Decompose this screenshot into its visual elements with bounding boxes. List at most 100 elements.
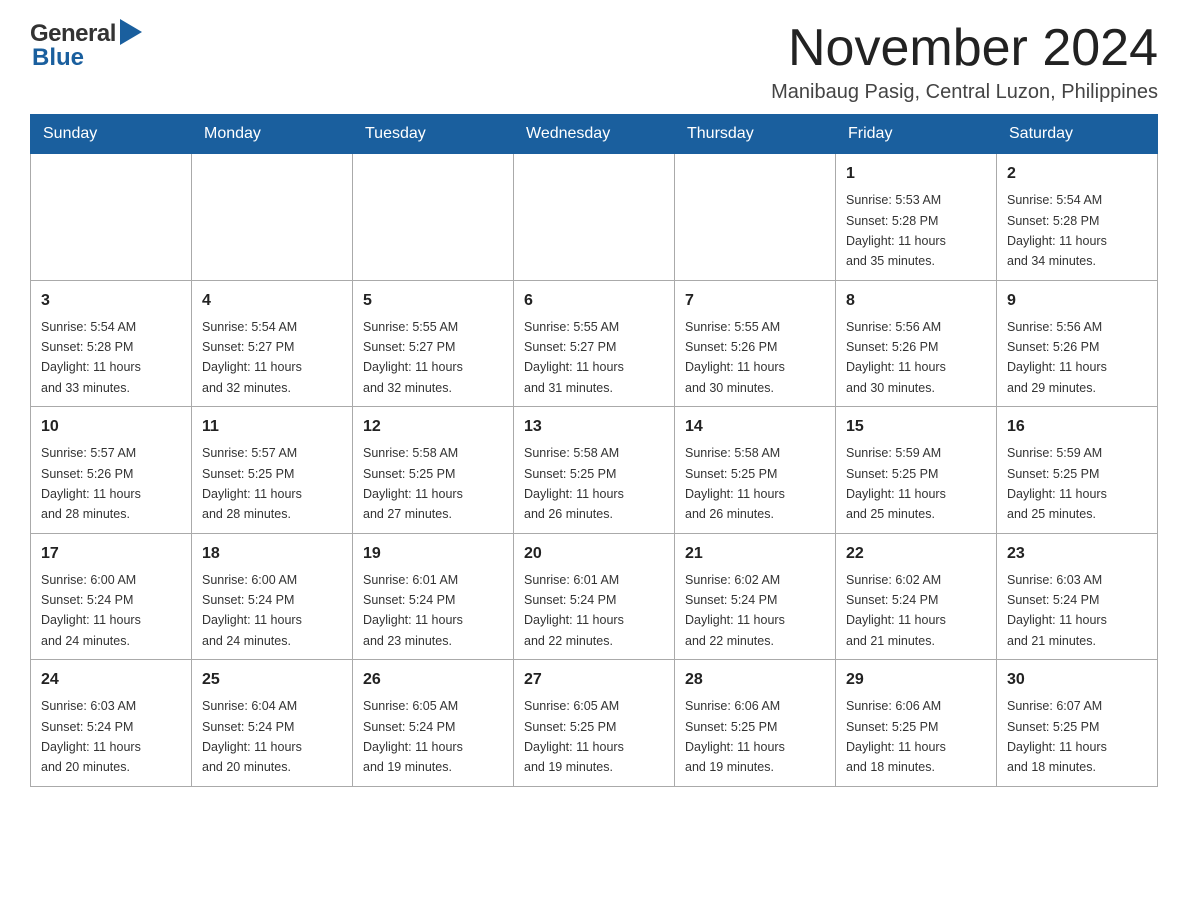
calendar-header-thursday: Thursday	[675, 115, 836, 154]
page-header: General Blue November 2024 Manibaug Pasi…	[30, 20, 1158, 104]
calendar-cell: 5 Sunrise: 5:55 AM Sunset: 5:27 PM Daylig…	[353, 280, 514, 407]
calendar-cell: 25 Sunrise: 6:04 AM Sunset: 5:24 PM Dayli…	[192, 660, 353, 787]
calendar-cell: 11Sunrise: 5:57 AM Sunset: 5:25 PM Dayli…	[192, 407, 353, 534]
calendar-week-row: 24 Sunrise: 6:03 AM Sunset: 5:24 PM Dayli…	[31, 660, 1158, 787]
day-info: Sunrise: 5:55 AM Sunset: 5:27 PM Dayligh…	[524, 320, 624, 395]
month-year-title: November 2024	[771, 20, 1158, 77]
day-info: Sunrise: 5:54 AM Sunset: 5:28 PM Dayligh…	[1007, 193, 1107, 268]
calendar-week-row: 3 Sunrise: 5:54 AM Sunset: 5:28 PM Daylig…	[31, 280, 1158, 407]
logo: General Blue	[30, 20, 142, 72]
calendar-header-wednesday: Wednesday	[514, 115, 675, 154]
calendar-header-sunday: Sunday	[31, 115, 192, 154]
calendar-cell: 24 Sunrise: 6:03 AM Sunset: 5:24 PM Dayli…	[31, 660, 192, 787]
logo-triangle-icon	[120, 19, 142, 45]
day-number: 24	[41, 668, 181, 692]
calendar-cell: 23 Sunrise: 6:03 AM Sunset: 5:24 PM Dayli…	[997, 533, 1158, 660]
day-info: Sunrise: 6:02 AM Sunset: 5:24 PM Dayligh…	[685, 573, 785, 648]
day-number: 3	[41, 289, 181, 313]
day-number: 8	[846, 289, 986, 313]
calendar-header-friday: Friday	[836, 115, 997, 154]
calendar-cell: 19Sunrise: 6:01 AM Sunset: 5:24 PM Dayli…	[353, 533, 514, 660]
day-info: Sunrise: 6:00 AM Sunset: 5:24 PM Dayligh…	[41, 573, 141, 648]
calendar-cell: 4 Sunrise: 5:54 AM Sunset: 5:27 PM Daylig…	[192, 280, 353, 407]
day-number: 13	[524, 415, 664, 439]
location-subtitle: Manibaug Pasig, Central Luzon, Philippin…	[771, 81, 1158, 104]
day-number: 28	[685, 668, 825, 692]
logo-blue-text: Blue	[32, 44, 84, 72]
day-info: Sunrise: 6:02 AM Sunset: 5:24 PM Dayligh…	[846, 573, 946, 648]
day-number: 21	[685, 542, 825, 566]
day-number: 29	[846, 668, 986, 692]
day-number: 6	[524, 289, 664, 313]
day-number: 23	[1007, 542, 1147, 566]
day-number: 20	[524, 542, 664, 566]
calendar-cell: 29 Sunrise: 6:06 AM Sunset: 5:25 PM Dayli…	[836, 660, 997, 787]
calendar-cell: 22 Sunrise: 6:02 AM Sunset: 5:24 PM Dayli…	[836, 533, 997, 660]
day-number: 14	[685, 415, 825, 439]
calendar-cell: 2Sunrise: 5:54 AM Sunset: 5:28 PM Daylig…	[997, 154, 1158, 281]
calendar-week-row: 1Sunrise: 5:53 AM Sunset: 5:28 PM Daylig…	[31, 154, 1158, 281]
day-number: 22	[846, 542, 986, 566]
day-info: Sunrise: 5:58 AM Sunset: 5:25 PM Dayligh…	[363, 446, 463, 521]
day-info: Sunrise: 6:06 AM Sunset: 5:25 PM Dayligh…	[846, 699, 946, 774]
day-number: 25	[202, 668, 342, 692]
day-info: Sunrise: 5:55 AM Sunset: 5:27 PM Dayligh…	[363, 320, 463, 395]
calendar-header-monday: Monday	[192, 115, 353, 154]
day-number: 7	[685, 289, 825, 313]
calendar-cell: 21 Sunrise: 6:02 AM Sunset: 5:24 PM Dayli…	[675, 533, 836, 660]
calendar-cell	[675, 154, 836, 281]
day-number: 17	[41, 542, 181, 566]
day-number: 10	[41, 415, 181, 439]
day-info: Sunrise: 6:04 AM Sunset: 5:24 PM Dayligh…	[202, 699, 302, 774]
day-info: Sunrise: 5:54 AM Sunset: 5:27 PM Dayligh…	[202, 320, 302, 395]
calendar-cell: 1Sunrise: 5:53 AM Sunset: 5:28 PM Daylig…	[836, 154, 997, 281]
day-info: Sunrise: 5:56 AM Sunset: 5:26 PM Dayligh…	[1007, 320, 1107, 395]
calendar-cell: 8Sunrise: 5:56 AM Sunset: 5:26 PM Daylig…	[836, 280, 997, 407]
day-info: Sunrise: 6:05 AM Sunset: 5:24 PM Dayligh…	[363, 699, 463, 774]
day-info: Sunrise: 5:59 AM Sunset: 5:25 PM Dayligh…	[1007, 446, 1107, 521]
day-info: Sunrise: 6:03 AM Sunset: 5:24 PM Dayligh…	[41, 699, 141, 774]
calendar-cell: 9Sunrise: 5:56 AM Sunset: 5:26 PM Daylig…	[997, 280, 1158, 407]
calendar-cell: 3 Sunrise: 5:54 AM Sunset: 5:28 PM Daylig…	[31, 280, 192, 407]
day-info: Sunrise: 5:58 AM Sunset: 5:25 PM Dayligh…	[685, 446, 785, 521]
calendar-cell: 27Sunrise: 6:05 AM Sunset: 5:25 PM Dayli…	[514, 660, 675, 787]
calendar-cell: 15Sunrise: 5:59 AM Sunset: 5:25 PM Dayli…	[836, 407, 997, 534]
calendar-cell	[514, 154, 675, 281]
calendar-week-row: 17 Sunrise: 6:00 AM Sunset: 5:24 PM Dayli…	[31, 533, 1158, 660]
calendar-cell: 14 Sunrise: 5:58 AM Sunset: 5:25 PM Dayli…	[675, 407, 836, 534]
calendar-cell: 17 Sunrise: 6:00 AM Sunset: 5:24 PM Dayli…	[31, 533, 192, 660]
calendar-header-saturday: Saturday	[997, 115, 1158, 154]
day-number: 12	[363, 415, 503, 439]
day-number: 1	[846, 162, 986, 186]
day-number: 30	[1007, 668, 1147, 692]
day-number: 27	[524, 668, 664, 692]
day-number: 26	[363, 668, 503, 692]
day-info: Sunrise: 6:03 AM Sunset: 5:24 PM Dayligh…	[1007, 573, 1107, 648]
calendar-cell: 10 Sunrise: 5:57 AM Sunset: 5:26 PM Dayli…	[31, 407, 192, 534]
calendar-cell: 20Sunrise: 6:01 AM Sunset: 5:24 PM Dayli…	[514, 533, 675, 660]
calendar-cell	[31, 154, 192, 281]
day-info: Sunrise: 5:55 AM Sunset: 5:26 PM Dayligh…	[685, 320, 785, 395]
calendar-week-row: 10 Sunrise: 5:57 AM Sunset: 5:26 PM Dayli…	[31, 407, 1158, 534]
day-number: 19	[363, 542, 503, 566]
day-info: Sunrise: 6:07 AM Sunset: 5:25 PM Dayligh…	[1007, 699, 1107, 774]
calendar-cell: 12 Sunrise: 5:58 AM Sunset: 5:25 PM Dayli…	[353, 407, 514, 534]
calendar-table: SundayMondayTuesdayWednesdayThursdayFrid…	[30, 114, 1158, 787]
calendar-cell: 26 Sunrise: 6:05 AM Sunset: 5:24 PM Dayli…	[353, 660, 514, 787]
day-number: 18	[202, 542, 342, 566]
calendar-cell: 6 Sunrise: 5:55 AM Sunset: 5:27 PM Daylig…	[514, 280, 675, 407]
day-number: 5	[363, 289, 503, 313]
day-number: 11	[202, 415, 342, 439]
day-info: Sunrise: 5:54 AM Sunset: 5:28 PM Dayligh…	[41, 320, 141, 395]
calendar-cell: 16 Sunrise: 5:59 AM Sunset: 5:25 PM Dayli…	[997, 407, 1158, 534]
day-info: Sunrise: 5:58 AM Sunset: 5:25 PM Dayligh…	[524, 446, 624, 521]
day-info: Sunrise: 5:57 AM Sunset: 5:26 PM Dayligh…	[41, 446, 141, 521]
calendar-cell	[353, 154, 514, 281]
calendar-cell	[192, 154, 353, 281]
day-number: 4	[202, 289, 342, 313]
day-number: 16	[1007, 415, 1147, 439]
day-info: Sunrise: 6:00 AM Sunset: 5:24 PM Dayligh…	[202, 573, 302, 648]
title-block: November 2024 Manibaug Pasig, Central Lu…	[771, 20, 1158, 104]
calendar-cell: 28Sunrise: 6:06 AM Sunset: 5:25 PM Dayli…	[675, 660, 836, 787]
day-info: Sunrise: 5:59 AM Sunset: 5:25 PM Dayligh…	[846, 446, 946, 521]
